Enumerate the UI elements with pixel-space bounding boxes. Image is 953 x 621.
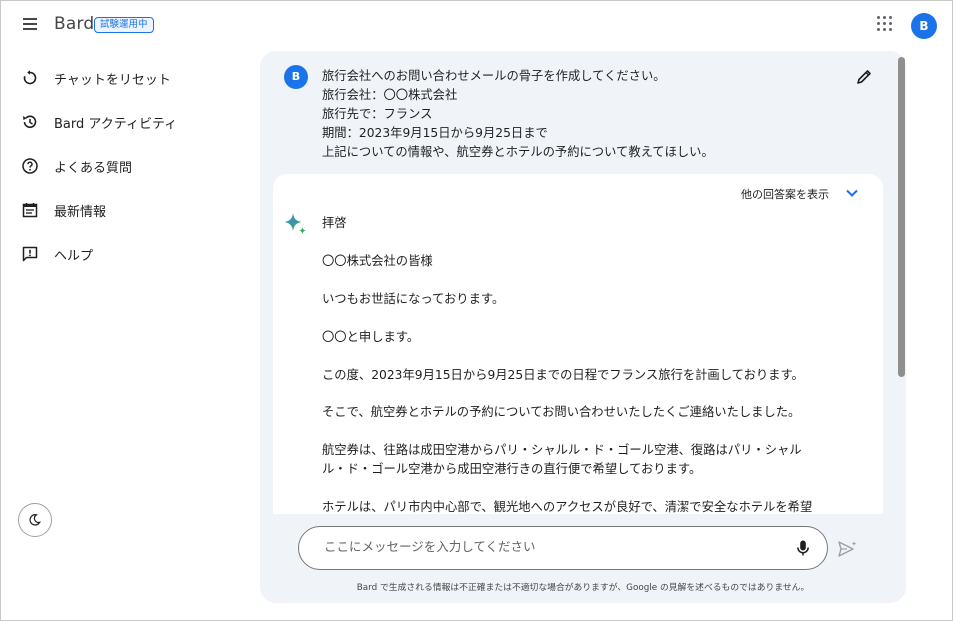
message-input[interactable] bbox=[324, 539, 764, 554]
pencil-icon bbox=[857, 70, 871, 84]
feedback-icon bbox=[22, 246, 38, 262]
response-line: そこで、航空券とホテルの予約についてお問い合わせいたしたくご連絡いたしました。 bbox=[322, 405, 801, 419]
reset-icon bbox=[23, 70, 37, 85]
prompt-line: 旅行会社へのお問い合わせメールの骨子を作成してください。 bbox=[322, 69, 666, 83]
sidebar-item-updates[interactable]: 最新情報 bbox=[1, 191, 241, 227]
sidebar-item-label: Bard アクティビティ bbox=[54, 117, 178, 132]
bard-sparkle-icon bbox=[284, 213, 306, 235]
menu-icon[interactable] bbox=[21, 15, 43, 35]
sidebar-item-reset-chat[interactable]: チャットをリセット bbox=[1, 59, 241, 95]
prompt-line: 期間：2023年9月15日から9月25日まで bbox=[322, 126, 548, 140]
sidebar-item-label: ヘルプ bbox=[54, 249, 94, 264]
response-line: この度、2023年9月15日から9月25日までの日程でフランス旅行を計画しており… bbox=[322, 368, 804, 382]
edit-prompt-button[interactable] bbox=[854, 67, 874, 87]
response-line: ホテルは、パリ市内中心部で、観光地へのアクセスが良好で、清潔で安全なホテルを希望 bbox=[322, 500, 813, 514]
prompt-line: 旅行先で：フランス bbox=[322, 107, 433, 121]
response-card: 他の回答案を表示 拝啓 〇〇株式会社の皆様 いつもお世話になっております。 〇〇… bbox=[273, 174, 883, 514]
theme-toggle-button[interactable] bbox=[18, 503, 52, 537]
sidebar-item-bard-activity[interactable]: Bard アクティビティ bbox=[1, 103, 241, 139]
response-line: ル・ド・ゴール空港から成田空港行きの直行便で希望しております。 bbox=[322, 462, 702, 476]
prompt-line: 旅行会社：〇〇株式会社 bbox=[322, 88, 458, 102]
microphone-icon[interactable] bbox=[793, 538, 813, 558]
apps-grid-icon[interactable] bbox=[877, 16, 893, 32]
view-other-drafts-button[interactable]: 他の回答案を表示 bbox=[741, 186, 829, 202]
sidebar-item-label: 最新情報 bbox=[54, 205, 107, 220]
response-line: 航空券は、往路は成田空港からパリ・シャルル・ド・ゴール空港、復路はパリ・シャル bbox=[322, 443, 802, 457]
experiment-badge: 試験運用中 bbox=[94, 17, 154, 33]
send-icon[interactable] bbox=[837, 540, 857, 558]
moon-icon bbox=[29, 514, 41, 526]
sidebar-item-label: よくある質問 bbox=[54, 161, 133, 176]
sidebar-item-label: チャットをリセット bbox=[54, 73, 171, 88]
sidebar-item-help[interactable]: ヘルプ bbox=[1, 235, 241, 271]
response-line: いつもお世話になっております。 bbox=[322, 292, 505, 306]
user-avatar: B bbox=[284, 65, 308, 89]
top-bar: Bard 試験運用中 B bbox=[1, 1, 952, 49]
disclaimer-text: Bard で生成される情報は不正確または不適切な場合がありますが、Google … bbox=[356, 583, 810, 593]
chevron-down-icon[interactable] bbox=[845, 187, 859, 199]
calendar-icon bbox=[22, 203, 38, 218]
response-line: 拝啓 bbox=[322, 216, 347, 230]
help-circle-icon bbox=[22, 158, 38, 174]
message-input-box[interactable] bbox=[298, 526, 828, 570]
response-line: 〇〇と申します。 bbox=[322, 330, 420, 344]
scrollbar[interactable] bbox=[898, 57, 905, 513]
history-icon bbox=[23, 115, 37, 129]
user-prompt: 旅行会社へのお問い合わせメールの骨子を作成してください。 旅行会社：〇〇株式会社… bbox=[322, 67, 842, 162]
account-avatar[interactable]: B bbox=[911, 13, 937, 39]
sidebar-item-faq[interactable]: よくある質問 bbox=[1, 147, 241, 183]
scrollbar-thumb[interactable] bbox=[898, 57, 905, 377]
response-line: 〇〇株式会社の皆様 bbox=[322, 254, 433, 268]
prompt-line: 上記についての情報や、航空券とホテルの予約について教えてほしい。 bbox=[322, 145, 714, 159]
bard-logo[interactable]: Bard bbox=[54, 14, 94, 34]
